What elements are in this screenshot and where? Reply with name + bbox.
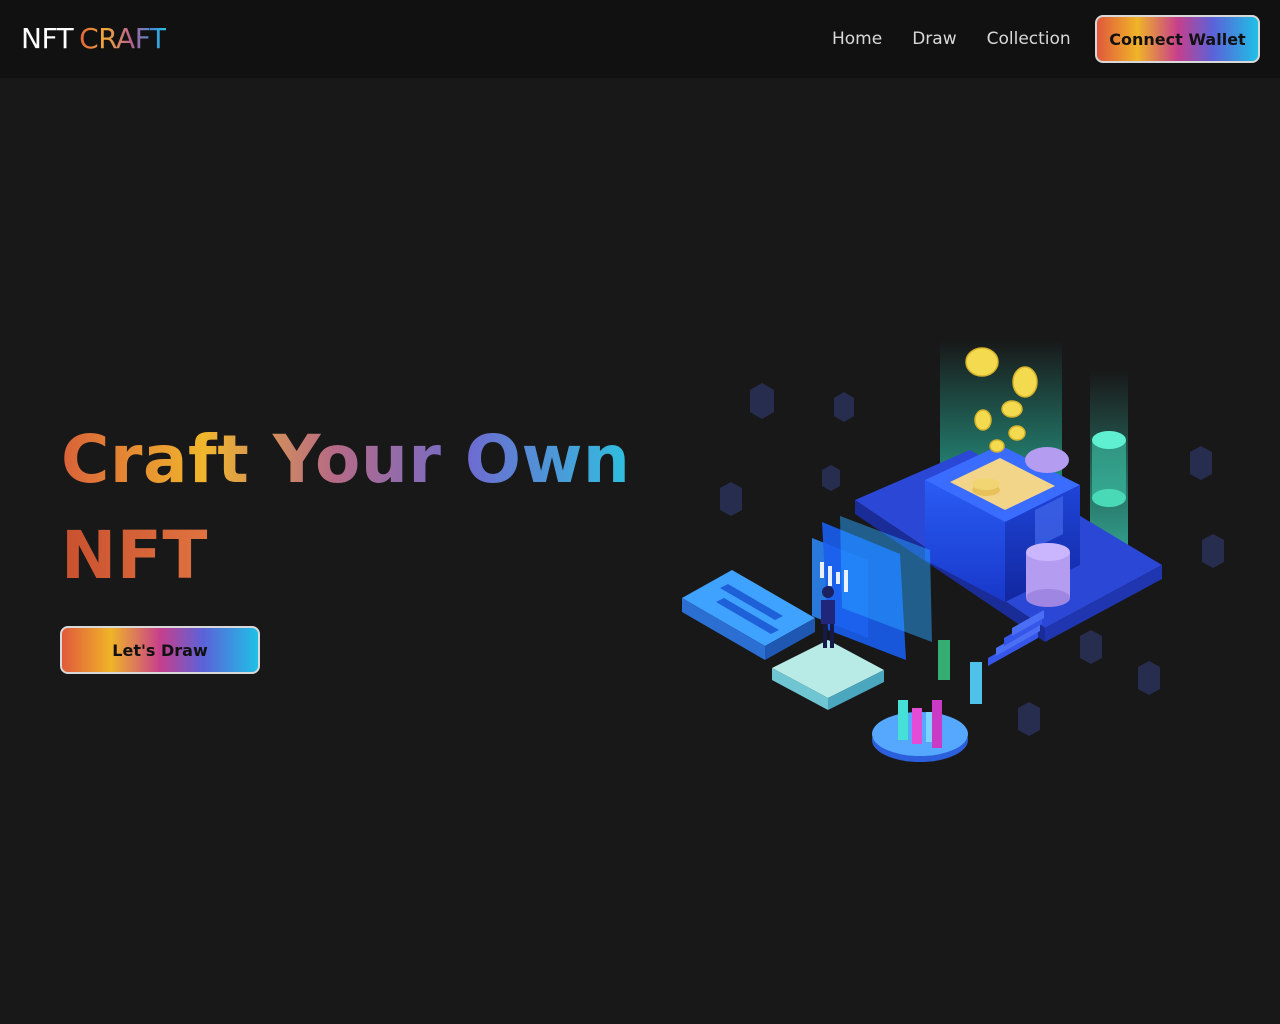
hero-title-line1: Craft Your Own: [61, 421, 631, 498]
nav-home-link[interactable]: Home: [832, 27, 882, 51]
hero-title-line2: NFT: [61, 517, 208, 594]
logo-craft-text: CRAFT: [79, 22, 167, 55]
bar-chart-pedestal: [872, 640, 982, 762]
navbar: NFT CRAFT Home Draw Collection Connect W…: [0, 0, 1280, 78]
lets-draw-button[interactable]: Let's Draw: [60, 626, 260, 674]
logo-nft-text: NFT: [21, 22, 74, 55]
connect-wallet-button[interactable]: Connect Wallet: [1095, 15, 1260, 63]
nav-collection-link[interactable]: Collection: [987, 27, 1071, 51]
hero-title: Craft Your Own NFT: [61, 412, 661, 604]
logo[interactable]: NFT CRAFT: [21, 22, 167, 56]
nav-links: Home Draw Collection: [832, 27, 1071, 51]
nav-draw-link[interactable]: Draw: [912, 27, 956, 51]
isometric-blockchain-illustration: [682, 340, 1224, 762]
left-panel-card: [682, 570, 815, 660]
